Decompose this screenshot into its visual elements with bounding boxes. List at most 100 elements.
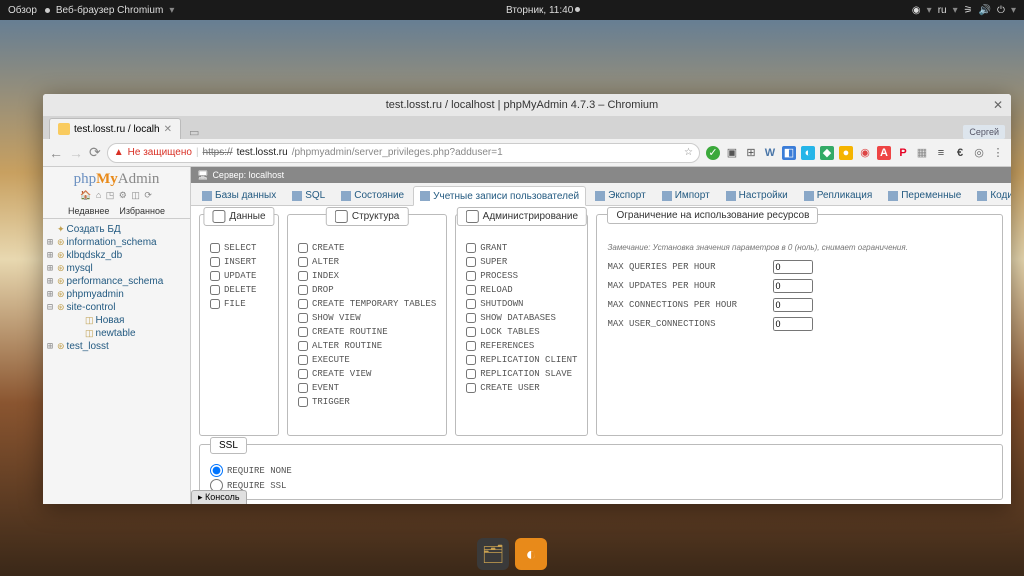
recent-link[interactable]: Недавнее bbox=[68, 206, 109, 216]
priv-checkbox[interactable] bbox=[298, 299, 308, 309]
ext-icon[interactable]: ≡ bbox=[934, 146, 948, 160]
window-titlebar[interactable]: test.losst.ru / localhost | phpMyAdmin 4… bbox=[43, 94, 1011, 116]
priv-checkbox[interactable] bbox=[298, 285, 308, 295]
ext-icon[interactable]: W bbox=[763, 146, 777, 160]
pma-tab[interactable]: SQL bbox=[285, 186, 332, 205]
priv-checkbox[interactable] bbox=[466, 355, 476, 365]
priv-item[interactable]: CREATE bbox=[298, 243, 436, 253]
check-all-admin[interactable] bbox=[466, 210, 479, 223]
priv-checkbox[interactable] bbox=[298, 341, 308, 351]
ext-icon[interactable]: ◐ bbox=[801, 146, 815, 160]
priv-item[interactable]: RELOAD bbox=[466, 285, 577, 295]
reload-button[interactable]: ⟳ bbox=[89, 144, 101, 161]
pma-quick-icons[interactable]: 🏠 ⌂ ◳ ⚙ ◫ ⟳ bbox=[43, 190, 190, 201]
priv-item[interactable]: REFERENCES bbox=[466, 341, 577, 351]
tree-item[interactable]: ⊟⊛ site-control bbox=[45, 301, 188, 314]
menu-icon[interactable]: ⋮ bbox=[991, 146, 1005, 160]
tree-item[interactable]: ⊞⊛ klbqdskz_db bbox=[45, 249, 188, 262]
priv-checkbox[interactable] bbox=[210, 257, 220, 267]
priv-item[interactable]: EXECUTE bbox=[298, 355, 436, 365]
resource-input[interactable] bbox=[773, 279, 813, 293]
tree-item[interactable]: ⊞⊛ phpmyadmin bbox=[45, 288, 188, 301]
priv-item[interactable]: UPDATE bbox=[210, 271, 268, 281]
priv-item[interactable]: SELECT bbox=[210, 243, 268, 253]
priv-checkbox[interactable] bbox=[210, 285, 220, 295]
check-all-structure[interactable] bbox=[335, 210, 348, 223]
priv-item[interactable]: ALTER bbox=[298, 257, 436, 267]
priv-checkbox[interactable] bbox=[466, 327, 476, 337]
tree-item[interactable]: ⊞⊛ performance_schema bbox=[45, 275, 188, 288]
priv-item[interactable]: TRIGGER bbox=[298, 397, 436, 407]
priv-item[interactable]: CREATE ROUTINE bbox=[298, 327, 436, 337]
resource-input[interactable] bbox=[773, 317, 813, 331]
tree-item[interactable]: ⊞⊛ mysql bbox=[45, 262, 188, 275]
ext-icon[interactable]: ▣ bbox=[725, 146, 739, 160]
ext-icon[interactable]: P bbox=[896, 146, 910, 160]
priv-checkbox[interactable] bbox=[466, 257, 476, 267]
pma-logo[interactable]: phpMyAdmin bbox=[43, 167, 190, 190]
priv-item[interactable]: SHUTDOWN bbox=[466, 299, 577, 309]
clock[interactable]: Вторник, 11:40 bbox=[506, 5, 573, 16]
app-menu-button[interactable]: Веб-браузер Chromium bbox=[56, 5, 163, 16]
dock-icon-app[interactable]: ◐ bbox=[515, 538, 547, 570]
bookmark-star-icon[interactable]: ☆ bbox=[684, 147, 693, 158]
ext-icon[interactable]: ● bbox=[839, 146, 853, 160]
priv-item[interactable]: CREATE USER bbox=[466, 383, 577, 393]
pma-tab[interactable]: Настройки bbox=[719, 186, 795, 205]
priv-item[interactable]: CREATE TEMPORARY TABLES bbox=[298, 299, 436, 309]
priv-item[interactable]: SHOW DATABASES bbox=[466, 313, 577, 323]
new-tab-button[interactable]: ▭ bbox=[183, 126, 205, 139]
priv-checkbox[interactable] bbox=[466, 285, 476, 295]
priv-item[interactable]: CREATE VIEW bbox=[298, 369, 436, 379]
tree-item[interactable]: ⊞⊛ information_schema bbox=[45, 236, 188, 249]
priv-checkbox[interactable] bbox=[466, 313, 476, 323]
pma-tab[interactable]: Учетные записи пользователей bbox=[413, 186, 586, 206]
priv-item[interactable]: DELETE bbox=[210, 285, 268, 295]
accessibility-icon[interactable]: ◉ bbox=[912, 5, 921, 16]
resource-input[interactable] bbox=[773, 298, 813, 312]
priv-checkbox[interactable] bbox=[298, 313, 308, 323]
ext-icon[interactable]: ▦ bbox=[915, 146, 929, 160]
pma-tab[interactable]: Базы данных bbox=[195, 186, 283, 205]
priv-checkbox[interactable] bbox=[466, 299, 476, 309]
priv-checkbox[interactable] bbox=[298, 397, 308, 407]
console-toggle[interactable]: ▸ Консоль bbox=[191, 490, 247, 504]
priv-item[interactable]: GRANT bbox=[466, 243, 577, 253]
check-all-data[interactable] bbox=[212, 210, 225, 223]
priv-item[interactable]: EVENT bbox=[298, 383, 436, 393]
favorites-link[interactable]: Избранное bbox=[119, 206, 165, 216]
ext-icon[interactable]: ◉ bbox=[858, 146, 872, 160]
pma-tab[interactable]: Репликация bbox=[797, 186, 880, 205]
ext-icon[interactable]: ◎ bbox=[972, 146, 986, 160]
lang-indicator[interactable]: ru bbox=[938, 5, 947, 16]
ext-icon[interactable]: ⊞ bbox=[744, 146, 758, 160]
priv-item[interactable]: REPLICATION CLIENT bbox=[466, 355, 577, 365]
ext-icon[interactable]: ◧ bbox=[782, 146, 796, 160]
priv-item[interactable]: FILE bbox=[210, 299, 268, 309]
priv-checkbox[interactable] bbox=[210, 271, 220, 281]
server-bar[interactable]: 🖥 Сервер: localhost bbox=[191, 167, 1011, 183]
ssl-radio[interactable] bbox=[210, 464, 223, 477]
priv-item[interactable]: PROCESS bbox=[466, 271, 577, 281]
priv-checkbox[interactable] bbox=[466, 341, 476, 351]
priv-item[interactable]: LOCK TABLES bbox=[466, 327, 577, 337]
tree-item[interactable]: ⊞⊛ test_losst bbox=[45, 340, 188, 353]
tab-close-icon[interactable]: ✕ bbox=[164, 124, 172, 135]
priv-checkbox[interactable] bbox=[298, 383, 308, 393]
priv-checkbox[interactable] bbox=[466, 243, 476, 253]
priv-checkbox[interactable] bbox=[298, 271, 308, 281]
priv-checkbox[interactable] bbox=[298, 327, 308, 337]
ext-icon[interactable]: € bbox=[953, 146, 967, 160]
priv-checkbox[interactable] bbox=[210, 243, 220, 253]
profile-badge[interactable]: Сергей bbox=[963, 125, 1005, 139]
browser-tab[interactable]: test.losst.ru / localh ✕ bbox=[49, 118, 181, 139]
activities-button[interactable]: Обзор bbox=[8, 5, 37, 16]
pma-tab[interactable]: Состояние bbox=[334, 186, 411, 205]
ssl-option[interactable]: REQUIRE SSL bbox=[210, 478, 992, 493]
priv-checkbox[interactable] bbox=[466, 383, 476, 393]
priv-item[interactable]: SUPER bbox=[466, 257, 577, 267]
tree-item[interactable]: ◫ newtable bbox=[45, 327, 188, 340]
close-icon[interactable]: ✕ bbox=[993, 98, 1003, 112]
forward-button[interactable]: → bbox=[69, 145, 83, 161]
pma-tab[interactable]: Экспорт bbox=[588, 186, 653, 205]
